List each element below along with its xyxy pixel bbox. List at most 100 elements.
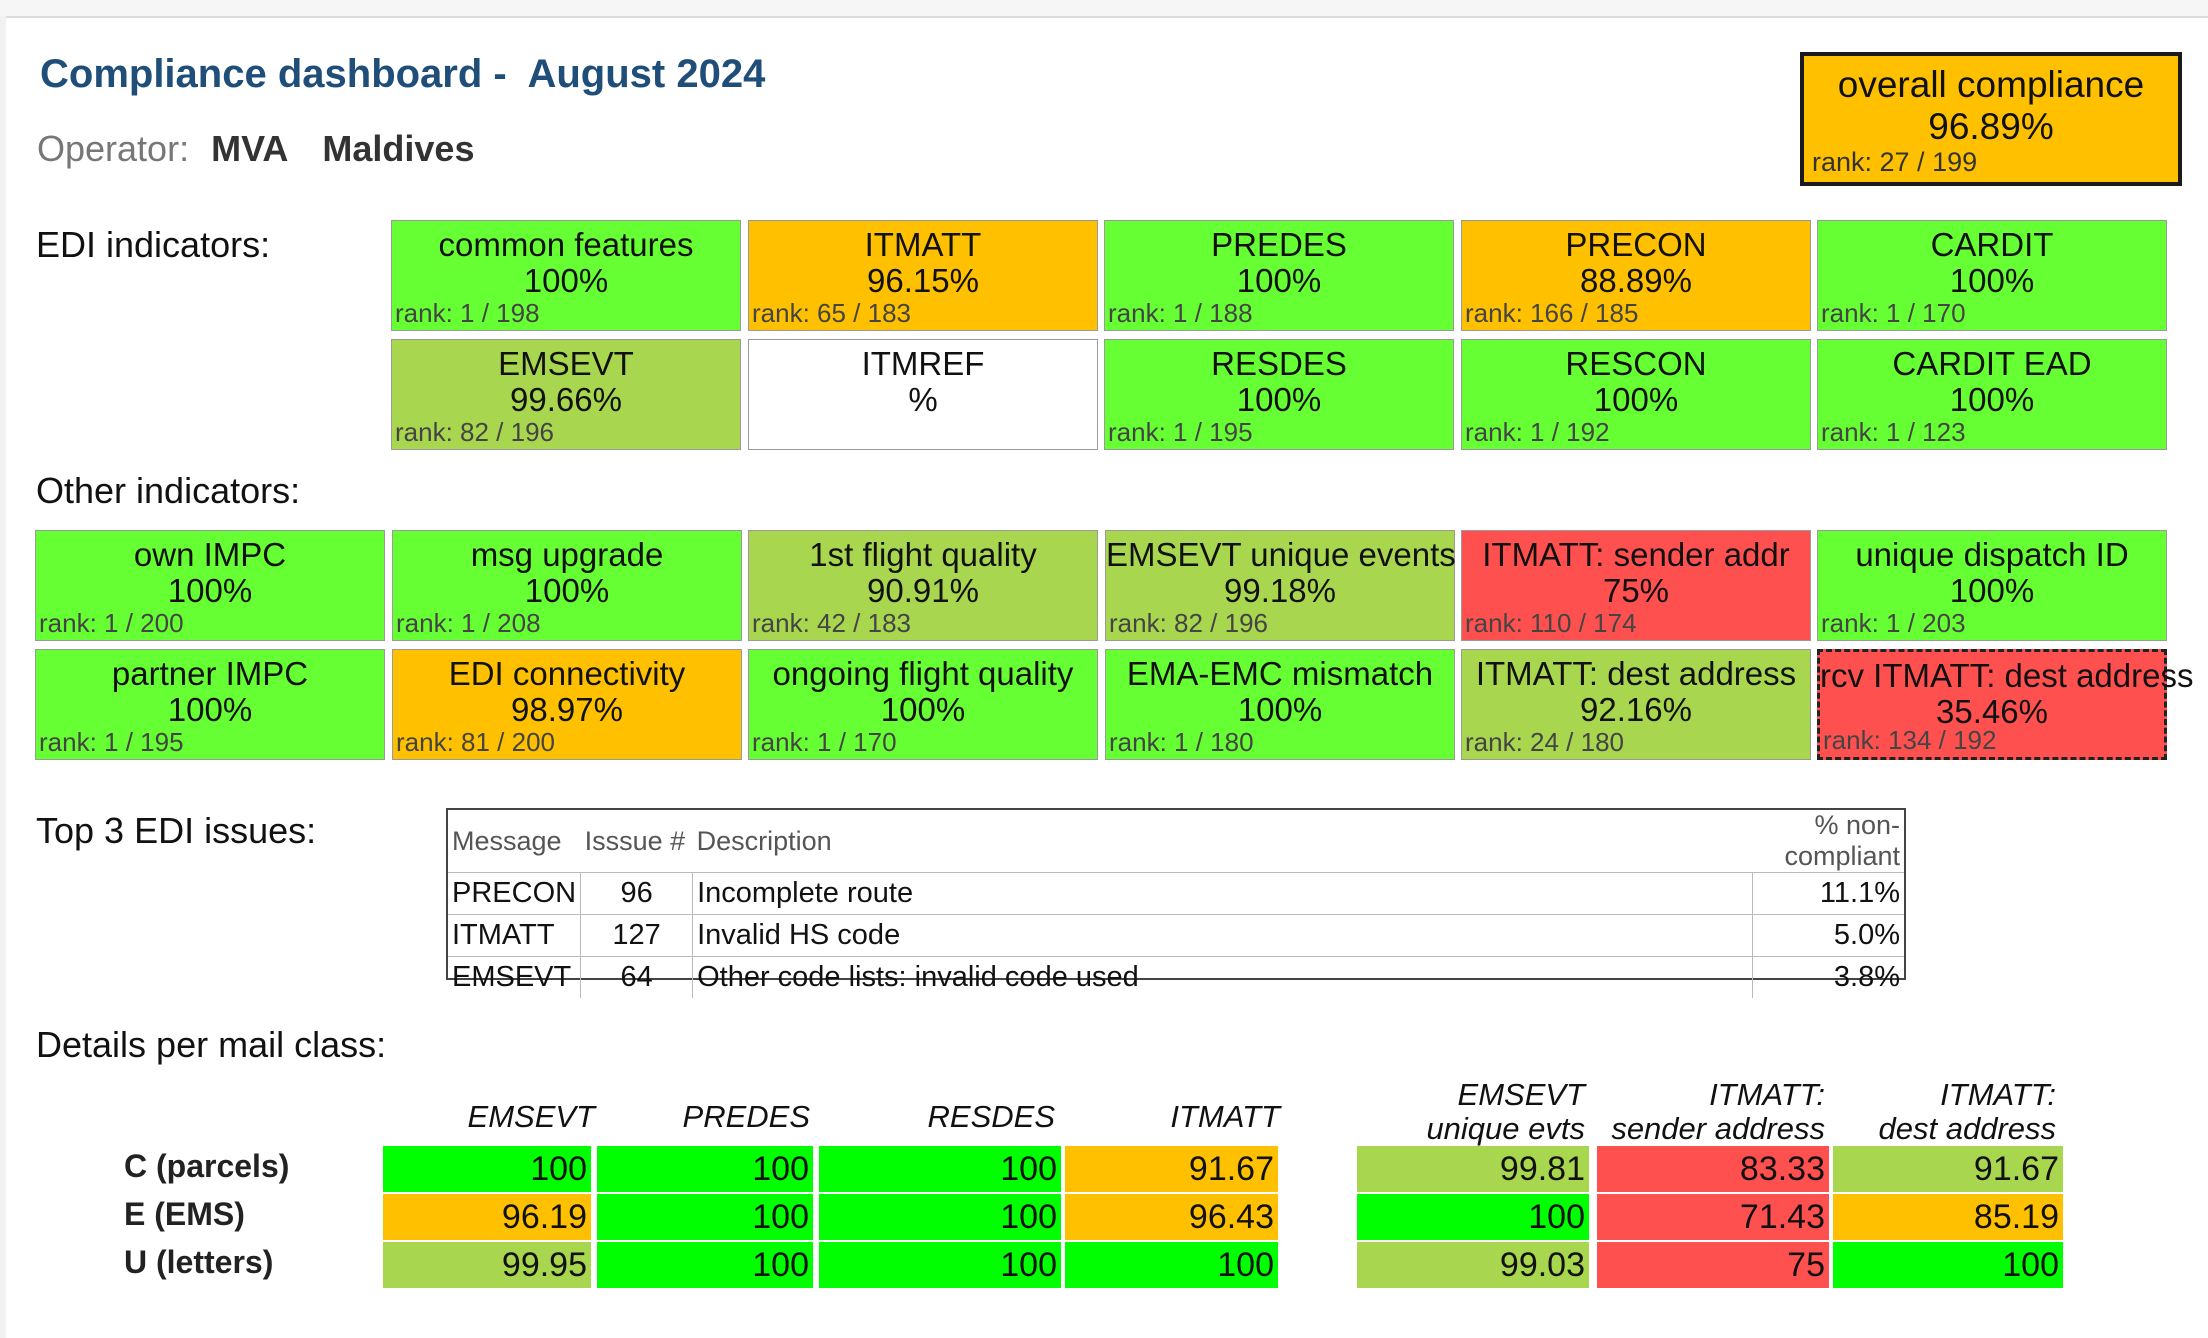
indicator-name: partner IMPC — [111, 655, 309, 692]
indicator-rank: rank: 1 / 195 — [39, 727, 184, 757]
indicator-tile-msg-upgrade: msg upgrade 100% rank: 1 / 208 — [392, 530, 742, 641]
issue-description: Other code lists: invalid code used — [692, 956, 1753, 998]
mail-class-cell: 99.95 — [383, 1242, 591, 1288]
indicator-rank: rank: 1 / 180 — [1109, 727, 1254, 757]
indicator-name: EMA-EMC mismatch — [1126, 655, 1434, 692]
indicator-value: % — [908, 381, 938, 418]
mail-class-cell: 100 — [597, 1242, 813, 1288]
indicator-name: CARDIT EAD — [1892, 345, 2092, 382]
mail-class-cell: 96.19 — [383, 1194, 591, 1240]
indicator-value: 88.89% — [1580, 262, 1692, 299]
top-issues-label: Top 3 EDI issues: — [36, 810, 317, 851]
mc-header-itmatt-dest-line2: dest address — [1878, 1111, 2057, 1146]
indicator-name: RESDES — [1211, 345, 1347, 382]
indicator-name: unique dispatch ID — [1855, 536, 2129, 573]
indicator-value: 100% — [524, 572, 610, 609]
mc-header-resdes: RESDES — [927, 1099, 1055, 1134]
left-border — [0, 16, 6, 1338]
indicator-name: EDI connectivity — [448, 655, 686, 692]
indicator-name: own IMPC — [133, 536, 287, 573]
mc-header-emsevt: EMSEVT — [467, 1099, 595, 1134]
mail-class-cell: 91.67 — [1833, 1146, 2063, 1192]
indicator-value: 98.97% — [511, 691, 623, 728]
issue-description: Invalid HS code — [692, 914, 1753, 957]
indicator-name: EMSEVT unique events — [1106, 536, 1456, 573]
table-row: EMSEVT 64 Other code lists: invalid code… — [448, 956, 1904, 998]
indicator-rank: rank: 1 / 208 — [396, 608, 541, 638]
indicator-tile-ongoing-flight-quality: ongoing flight quality 100% rank: 1 / 170 — [748, 649, 1098, 760]
indicator-tile-cardit-ead: CARDIT EAD 100% rank: 1 / 123 — [1817, 339, 2167, 450]
mail-class-cell: 100 — [597, 1194, 813, 1240]
indicator-name: msg upgrade — [470, 536, 664, 573]
issue-message: EMSEVT — [448, 956, 581, 998]
overall-label: overall compliance — [1837, 64, 2145, 105]
indicator-value: 100% — [1236, 381, 1322, 418]
issues-table: Message Isssue # Description % non-compl… — [446, 808, 1906, 998]
mc-header-predes: PREDES — [682, 1099, 810, 1134]
indicator-rank: rank: 24 / 180 — [1465, 727, 1624, 757]
issues-col-issue: Isssue # — [584, 825, 686, 856]
indicator-tile-itmatt-dest-address: ITMATT: dest address 92.16% rank: 24 / 180 — [1461, 649, 1811, 760]
indicator-tile-resdes: RESDES 100% rank: 1 / 195 — [1104, 339, 1454, 450]
mc-header-itmatt-dest-line1: ITMATT: — [1940, 1077, 2056, 1112]
indicator-name: CARDIT — [1930, 226, 2054, 263]
issue-message: ITMATT — [448, 914, 581, 957]
mail-class-cell: 99.03 — [1357, 1242, 1589, 1288]
indicator-tile-itmatt: ITMATT 96.15% rank: 65 / 183 — [748, 220, 1098, 331]
indicator-tile-emsevt-unique-events: EMSEVT unique events 99.18% rank: 82 / 196 — [1105, 530, 1456, 641]
indicator-rank: rank: 82 / 196 — [1109, 608, 1268, 638]
indicator-rank: rank: 134 / 192 — [1823, 725, 1997, 755]
indicator-value: 90.91% — [867, 572, 979, 609]
mail-class-cell: 100 — [383, 1146, 591, 1192]
indicator-value: 100% — [523, 262, 609, 299]
mail-class-cell: 100 — [1833, 1242, 2063, 1288]
mail-class-cell: 96.43 — [1065, 1194, 1278, 1240]
mail-class-cell: 100 — [597, 1146, 813, 1192]
operator-line: Operator: MVA Maldives — [37, 128, 474, 170]
mail-class-label: Details per mail class: — [36, 1024, 387, 1065]
indicator-name: RESCON — [1565, 345, 1707, 382]
mc-header-itmatt-sender-line2: sender address — [1611, 1111, 1825, 1146]
indicator-tile-cardit: CARDIT 100% rank: 1 / 170 — [1817, 220, 2167, 331]
indicator-rank: rank: 1 / 203 — [1821, 608, 1966, 638]
issue-number: 64 — [580, 956, 693, 998]
indicator-name: ITMATT: sender addr — [1482, 536, 1790, 573]
mc-header-emsevt-unique: EMSEVT unique evts — [1340, 1078, 1585, 1146]
indicator-tile-ema-emc-mismatch: EMA-EMC mismatch 100% rank: 1 / 180 — [1105, 649, 1455, 760]
edi-indicators-label: EDI indicators: — [36, 224, 271, 265]
operator-code: MVA — [211, 128, 289, 169]
page-title: Compliance dashboard - August 2024 — [40, 52, 766, 96]
issue-description: Incomplete route — [692, 872, 1753, 915]
indicator-value: 99.18% — [1224, 572, 1336, 609]
indicator-value: 100% — [167, 572, 253, 609]
indicator-rank: rank: 65 / 183 — [752, 298, 911, 328]
mc-header-emsevt-unique-line1: EMSEVT — [1457, 1077, 1585, 1112]
indicator-tile-itmref: ITMREF% — [748, 339, 1098, 450]
mail-class-cell: 85.19 — [1833, 1194, 2063, 1240]
mail-class-cell: 100 — [819, 1194, 1061, 1240]
indicator-rank: rank: 110 / 174 — [1465, 608, 1637, 638]
mc-header-emsevt-unique-line2: unique evts — [1426, 1111, 1585, 1146]
indicator-value: 100% — [167, 691, 253, 728]
issue-percent: 3.8% — [1752, 956, 1904, 998]
indicator-rank: rank: 1 / 170 — [752, 727, 897, 757]
indicator-name: ongoing flight quality — [772, 655, 1074, 692]
indicator-rank: rank: 1 / 200 — [39, 608, 184, 638]
mc-header-itmatt-sender: ITMATT: sender address — [1590, 1078, 1825, 1146]
mail-class-row-label: E (EMS) — [124, 1196, 245, 1232]
mail-class-cell: 83.33 — [1597, 1146, 1829, 1192]
indicator-name: EMSEVT — [498, 345, 634, 382]
indicator-tile-emsevt: EMSEVT 99.66% rank: 82 / 196 — [391, 339, 741, 450]
indicator-rank: rank: 1 / 195 — [1108, 417, 1253, 447]
mail-class-cell: 75 — [1597, 1242, 1829, 1288]
issue-number: 127 — [580, 914, 693, 957]
issues-header-row: Message Isssue # Description % non-compl… — [448, 810, 1904, 873]
issues-col-description: Description — [696, 825, 832, 856]
top-border — [0, 0, 2208, 18]
table-row: ITMATT 127 Invalid HS code 5.0% — [448, 914, 1904, 957]
mc-header-itmatt-dest: ITMATT: dest address — [1830, 1077, 2057, 1146]
indicator-name: 1st flight quality — [809, 536, 1037, 573]
indicator-tile-unique-dispatch-id: unique dispatch ID 100% rank: 1 / 203 — [1817, 530, 2167, 641]
indicator-value: 100% — [1236, 262, 1322, 299]
indicator-tile-1st-flight-quality: 1st flight quality 90.91% rank: 42 / 183 — [748, 530, 1098, 641]
